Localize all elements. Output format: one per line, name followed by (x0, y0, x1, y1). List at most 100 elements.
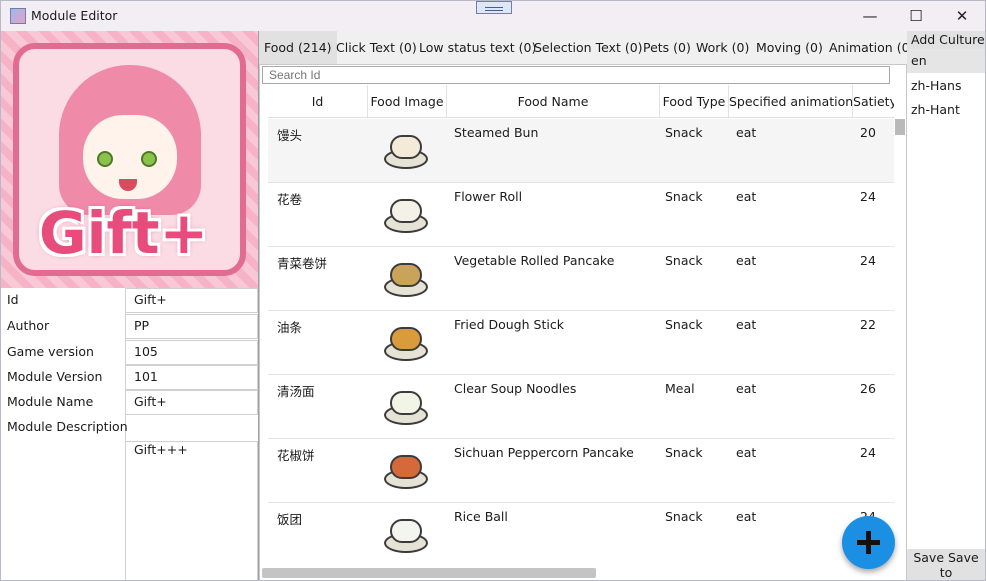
food-satiety-cell: 24 (860, 189, 876, 204)
table-row[interactable]: 青菜卷饼 Vegetable Rolled Pancake Snack eat 24 (268, 247, 894, 311)
rice-ball-icon (382, 515, 430, 557)
table-row[interactable]: 花椒饼 Sichuan Peppercorn Pancake Snack eat 24 (268, 439, 894, 503)
property-row-game-version: Game version 105 (1, 340, 258, 365)
module-info-panel: Gift+ Id Gift+ Author PP Game version 10… (1, 31, 259, 580)
food-id-cell: 馒头 (277, 128, 303, 143)
module-description-field[interactable]: Gift+++ (125, 441, 258, 580)
table-row[interactable]: 饭团Rice BallSnackeat24 (268, 503, 894, 565)
column-header-animation[interactable]: Specified animation (729, 85, 853, 118)
food-item-icon (390, 391, 422, 415)
food-name-cell: Vegetable Rolled Pancake (454, 253, 615, 268)
author-field[interactable]: PP (125, 314, 258, 339)
module-cover-image[interactable]: Gift+ (1, 31, 258, 288)
module-name-field[interactable]: Gift+ (125, 390, 258, 415)
minimize-button[interactable]: — (847, 1, 893, 31)
culture-item-zh-hant[interactable]: zh-Hant (907, 98, 985, 122)
food-id-cell: 油条 (277, 320, 303, 335)
flower-roll-icon (382, 195, 430, 237)
maximize-button[interactable]: ☐ (893, 1, 939, 31)
save-button[interactable]: Save Save to (907, 549, 985, 580)
culture-item-zh-hans[interactable]: zh-Hans (907, 74, 985, 98)
search-input[interactable] (262, 66, 890, 84)
food-name-cell: Steamed Bun (454, 125, 539, 140)
add-food-button[interactable] (842, 516, 895, 569)
food-animation-cell: eat (736, 445, 757, 460)
food-name-cell: Fried Dough Stick (454, 317, 564, 332)
property-label: Module Name (7, 394, 94, 409)
food-animation-cell: eat (736, 509, 757, 524)
food-type-cell: Snack (665, 189, 703, 204)
table-row[interactable]: 花卷 Flower Roll Snack eat 24 (268, 183, 894, 247)
soup-noodles-icon (382, 387, 430, 429)
tab-moving[interactable]: Moving (0) (751, 31, 828, 64)
close-button[interactable]: ✕ (939, 1, 985, 31)
vegetable-pancake-icon (382, 259, 430, 301)
food-item-icon (390, 455, 422, 479)
food-satiety-cell: 22 (860, 317, 876, 332)
vertical-scrollbar[interactable] (895, 119, 905, 135)
food-name-cell: Rice Ball (454, 509, 508, 524)
food-satiety-cell: 24 (860, 253, 876, 268)
column-header-food-image[interactable]: Food Image (368, 85, 447, 118)
food-type-cell: Snack (665, 509, 703, 524)
culture-item-en[interactable]: en (907, 49, 985, 73)
food-item-icon (390, 263, 422, 287)
module-version-field[interactable]: 101 (125, 365, 258, 390)
food-item-icon (390, 327, 422, 351)
food-type-cell: Snack (665, 125, 703, 140)
table-row[interactable]: 油条 Fried Dough Stick Snack eat 22 (268, 311, 894, 375)
column-header-id[interactable]: Id (268, 85, 368, 118)
module-editor-window: Module Editor — ☐ ✕ Gift+ Id Gift+ Autho… (0, 0, 986, 581)
food-item-icon (390, 135, 422, 159)
food-name-cell: Clear Soup Noodles (454, 381, 577, 396)
window-title: Module Editor (31, 8, 118, 23)
tab-low-status-text[interactable]: Low status text (0) (414, 31, 541, 64)
game-version-field[interactable]: 105 (125, 340, 258, 365)
tab-pets[interactable]: Pets (0) (638, 31, 696, 64)
column-header-food-type[interactable]: Food Type (660, 85, 729, 118)
food-item-icon (390, 519, 422, 543)
food-name-cell: Flower Roll (454, 189, 523, 204)
property-label: Game version (7, 344, 94, 359)
id-field[interactable]: Gift+ (125, 288, 258, 313)
horizontal-scrollbar[interactable] (262, 568, 596, 578)
property-row-module-name: Module Name Gift+ (1, 390, 258, 415)
column-header-satiety[interactable]: Satiety (853, 85, 894, 118)
drag-handle-icon[interactable] (476, 1, 512, 14)
tab-bar: Food (214) Click Text (0) Low status tex… (259, 31, 907, 64)
food-type-cell: Snack (665, 253, 703, 268)
food-animation-cell: eat (736, 253, 757, 268)
property-row-module-version: Module Version 101 (1, 365, 258, 390)
food-animation-cell: eat (736, 381, 757, 396)
tab-work[interactable]: Work (0) (691, 31, 754, 64)
food-animation-cell: eat (736, 189, 757, 204)
property-label: Author (7, 318, 50, 333)
food-id-cell: 青菜卷饼 (277, 256, 328, 271)
character-eye-left (97, 151, 113, 167)
title-bar[interactable]: Module Editor — ☐ ✕ (1, 1, 985, 31)
food-item-icon (390, 199, 422, 223)
food-type-cell: Meal (665, 381, 695, 396)
food-id-cell: 花椒饼 (277, 448, 315, 463)
food-table-panel: Id Food Image Food Name Food Type Specif… (259, 64, 907, 580)
add-culture-button[interactable]: Add Culture (907, 31, 985, 49)
fried-dough-stick-icon (382, 323, 430, 365)
food-id-cell: 清汤面 (277, 384, 315, 399)
cover-logo-text: Gift+ (39, 199, 209, 267)
property-label: Module Version (7, 369, 103, 384)
app-icon (10, 8, 26, 24)
table-row[interactable]: 馒头 Steamed Bun Snack eat 20 (268, 119, 894, 183)
culture-panel: Add Culture en zh-Hans zh-Hant Save Save… (907, 31, 985, 580)
property-row-id: Id Gift+ (1, 288, 258, 313)
food-animation-cell: eat (736, 125, 757, 140)
character-eye-right (141, 151, 157, 167)
column-header-food-name[interactable]: Food Name (447, 85, 660, 118)
tab-click-text[interactable]: Click Text (0) (331, 31, 422, 64)
tab-animation[interactable]: Animation (0) (824, 31, 907, 64)
table-row[interactable]: 清汤面 Clear Soup Noodles Meal eat 26 (268, 375, 894, 439)
food-id-cell: 饭团 (277, 512, 303, 527)
property-row-module-description: Module Description (1, 415, 258, 440)
tab-food[interactable]: Food (214) (259, 31, 337, 64)
tab-selection-text[interactable]: Selection Text (0) (529, 31, 648, 64)
food-satiety-cell: 24 (860, 445, 876, 460)
